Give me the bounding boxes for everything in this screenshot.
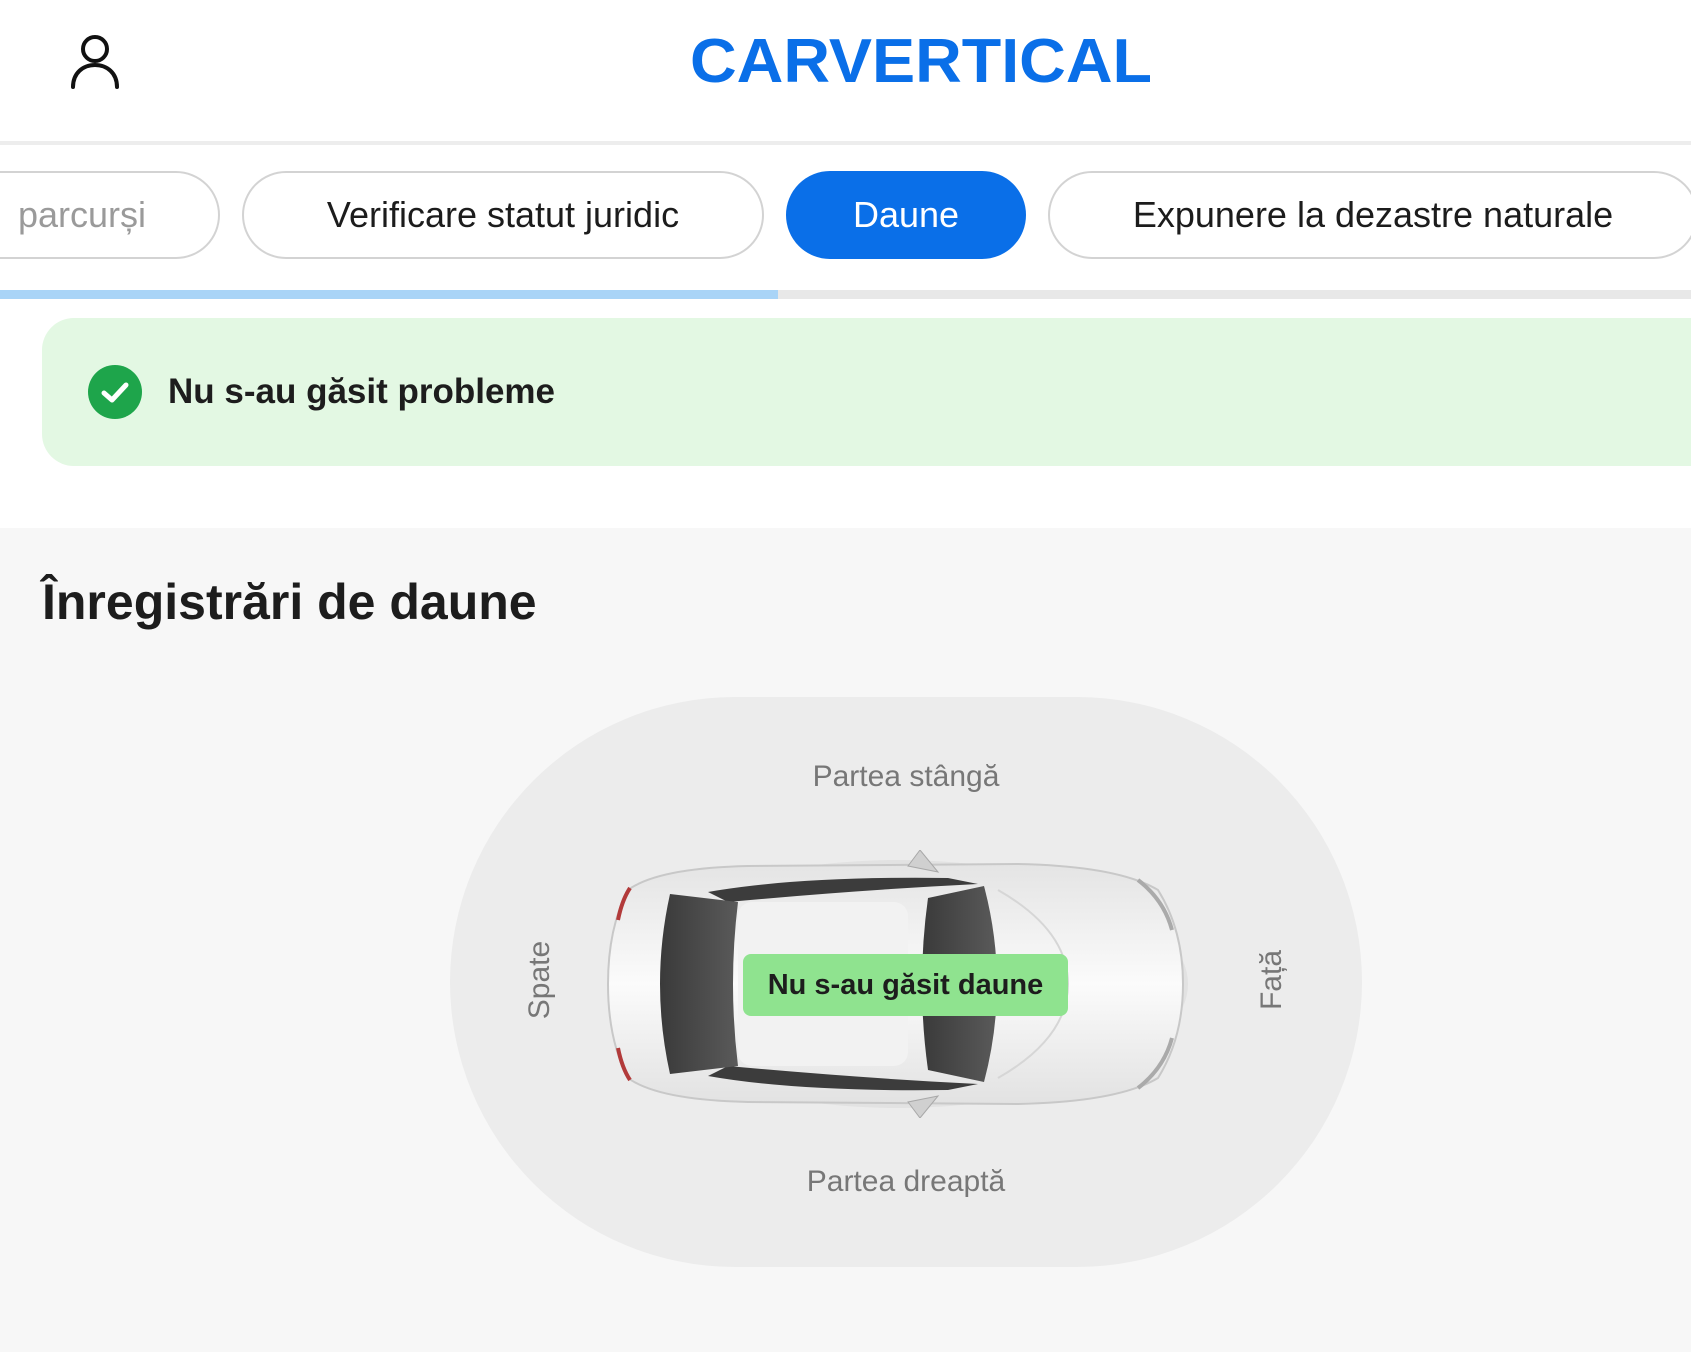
tab-label: Expunere la dezastre naturale [1132,194,1614,235]
user-account-button[interactable] [60,26,130,96]
tab-label: Daune [852,194,960,235]
section-tabs: parcurși Verificare statut juridic Daune… [0,145,1691,290]
user-icon [71,35,119,89]
no-damage-badge: Nu s-au găsit daune [743,954,1068,1016]
check-circle-icon [88,365,142,419]
tab-verificare-statut-juridic[interactable]: Verificare statut juridic [242,171,764,259]
carvertical-logo[interactable]: CARVERTICAL [690,16,1152,88]
tab-parcursi[interactable]: parcurși [0,171,220,259]
tab-expunere-dezastre-naturale[interactable]: Expunere la dezastre naturale [1048,171,1691,259]
status-message: Nu s-au găsit probleme [168,372,556,411]
tab-daune[interactable]: Daune [786,171,1026,259]
tabs-scroll-progress [0,290,1691,299]
label-front: Față [1255,949,1288,1011]
app-header: CARVERTICAL [0,0,1691,145]
label-right-side: Partea dreaptă [806,1165,1006,1198]
tab-label: Verificare statut juridic [326,194,680,235]
section-title: Înregistrări de daune [42,574,537,630]
tabs-scroll-progress-fill [0,290,778,299]
label-back: Spate [523,940,556,1020]
label-left-side: Partea stângă [812,760,1000,793]
svg-text:CARVERTICAL: CARVERTICAL [690,27,1152,88]
tab-label: parcurși [18,194,147,235]
